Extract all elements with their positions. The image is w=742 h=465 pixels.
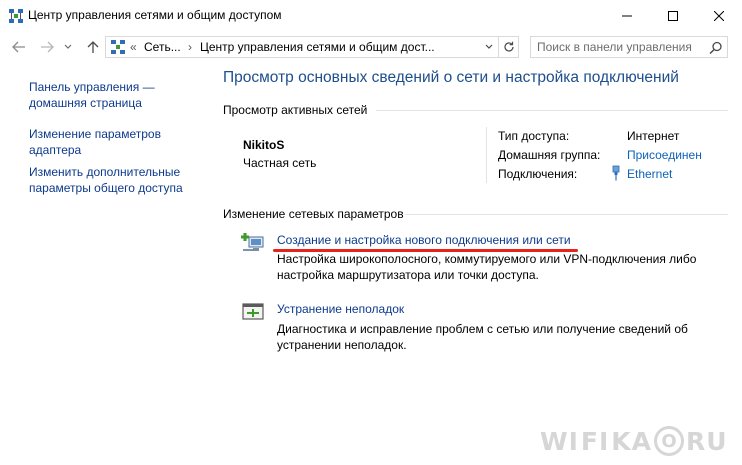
chevron-down-icon (485, 44, 493, 49)
address-bar[interactable]: « Сеть... › Центр управления сетями и об… (105, 36, 519, 58)
close-button[interactable] (696, 0, 742, 31)
up-button[interactable] (84, 39, 102, 55)
network-type: Частная сеть (243, 156, 317, 170)
title-bar: Центр управления сетями и общим доступом (0, 0, 742, 31)
maximize-icon (668, 10, 678, 21)
ethernet-connection-link[interactable]: Ethernet (627, 167, 672, 181)
control-panel-icon (111, 40, 125, 54)
watermark-ring: O (654, 426, 685, 456)
watermark-ring-text: O (661, 430, 677, 452)
back-button[interactable] (10, 39, 28, 55)
search-box[interactable] (530, 36, 728, 58)
arrow-left-icon (12, 41, 25, 53)
address-dropdown-button[interactable] (481, 37, 497, 57)
setup-new-connection-description: Настройка широкополосного, коммутируемог… (277, 252, 697, 282)
troubleshoot-link[interactable]: Устранение неполадок (277, 302, 404, 316)
watermark-text-right: KA (611, 426, 653, 456)
sidebar-item-adapter-settings[interactable]: Изменение параметров адаптера (29, 127, 179, 158)
watermark-text-tld: RU (686, 426, 728, 456)
access-type-value: Интернет (627, 129, 680, 143)
ethernet-icon (612, 165, 620, 181)
connections-label: Подключения: (498, 167, 578, 181)
minimize-icon (622, 15, 632, 16)
recent-locations-button[interactable] (62, 39, 74, 55)
troubleshoot-description: Диагностика и исправление проблем с сеть… (277, 322, 688, 352)
vertical-divider (486, 127, 487, 183)
refresh-icon (503, 41, 514, 52)
forward-button[interactable] (38, 39, 56, 55)
page-title: Просмотр основных сведений о сети и наст… (223, 69, 679, 86)
breadcrumb-network[interactable]: Сеть... (144, 40, 181, 54)
search-icon[interactable] (708, 40, 724, 56)
breadcrumb-network-center[interactable]: Центр управления сетями и общим дост... (200, 40, 435, 54)
active-networks-title: Просмотр активных сетей (223, 103, 368, 117)
watermark-logo: WI FI KA O RU (540, 424, 736, 458)
breadcrumb-overflow[interactable]: « (130, 40, 137, 54)
change-settings-title: Изменение сетевых параметров (223, 207, 404, 221)
troubleshoot-icon (242, 303, 264, 320)
breadcrumb-separator: › (188, 40, 192, 54)
watermark-text-mid: FI (580, 426, 610, 456)
new-connection-icon (241, 233, 264, 251)
minimize-button[interactable] (604, 0, 650, 31)
chevron-down-icon (64, 44, 72, 49)
watermark-text-left: WI (540, 426, 579, 456)
sidebar-item-sharing-settings[interactable]: Изменить дополнительные параметры общего… (29, 165, 199, 196)
access-type-label: Тип доступа: (498, 129, 570, 143)
sidebar-item-control-panel-home[interactable]: Панель управления — домашняя страница (29, 80, 209, 111)
arrow-up-icon (87, 41, 99, 53)
setup-new-connection-link[interactable]: Создание и настройка нового подключения … (277, 233, 571, 247)
navigation-bar: « Сеть... › Центр управления сетями и об… (0, 31, 742, 63)
network-center-icon (9, 9, 23, 23)
arrow-right-icon (41, 41, 54, 53)
maximize-button[interactable] (650, 0, 696, 31)
window-title: Центр управления сетями и общим доступом (28, 8, 282, 22)
section-divider (405, 214, 728, 215)
refresh-button[interactable] (498, 37, 518, 57)
homegroup-label: Домашняя группа: (498, 148, 601, 162)
close-icon (714, 10, 724, 21)
search-input[interactable] (537, 39, 705, 55)
homegroup-link[interactable]: Присоединен (627, 148, 702, 162)
section-divider (376, 110, 728, 111)
network-name: NikitoS (243, 138, 285, 152)
